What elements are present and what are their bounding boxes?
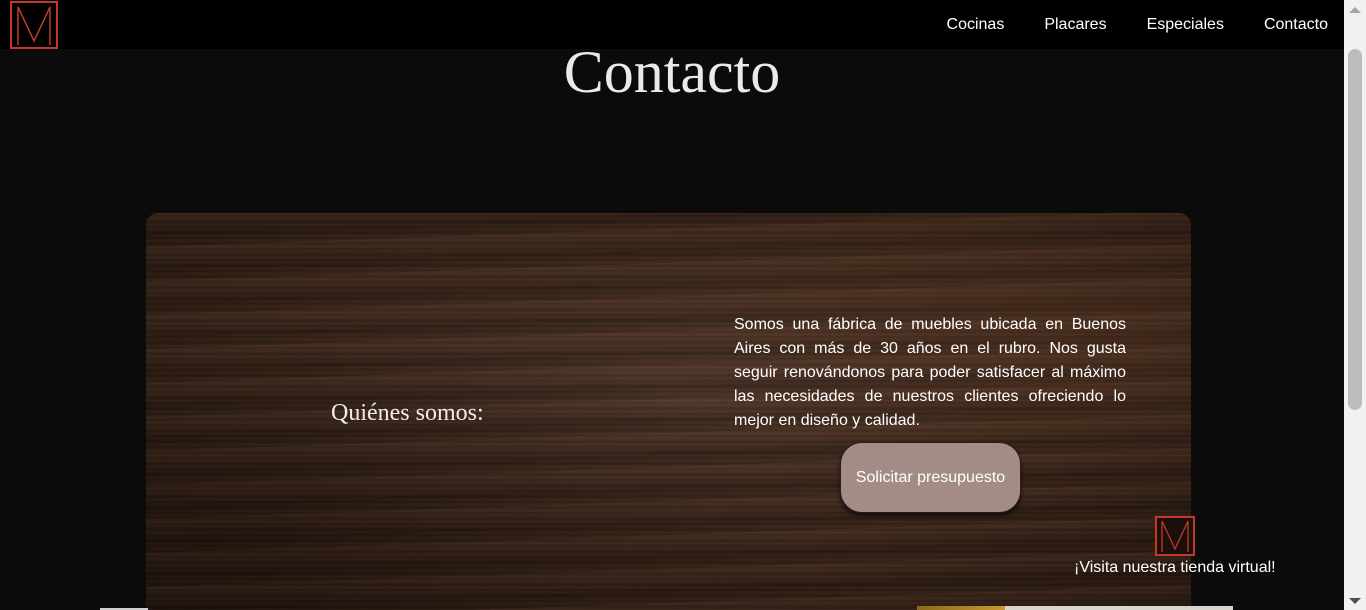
about-description: Somos una fábrica de muebles ubicada en … <box>734 316 1126 429</box>
scroll-thumb[interactable] <box>1348 49 1362 410</box>
top-navbar: Cocinas Placares Especiales Contacto <box>0 0 1344 49</box>
scroll-up-arrow-icon[interactable] <box>1349 7 1361 13</box>
virtual-store-link[interactable]: ¡Visita nuestra tienda virtual! <box>1074 558 1276 578</box>
bottom-image-strip <box>917 606 1005 610</box>
nav-item-especiales[interactable]: Especiales <box>1147 16 1224 34</box>
store-logo-icon[interactable] <box>1155 516 1195 556</box>
nav-item-placares[interactable]: Placares <box>1044 16 1106 34</box>
about-heading: Quiénes somos: <box>331 400 484 426</box>
m-monogram-logo-icon[interactable] <box>10 1 58 49</box>
nav-links: Cocinas Placares Especiales Contacto <box>907 0 1328 49</box>
bottom-image-strip <box>1005 606 1233 610</box>
nav-item-cocinas[interactable]: Cocinas <box>947 16 1005 34</box>
nav-item-contacto[interactable]: Contacto <box>1264 16 1328 34</box>
vertical-scrollbar[interactable] <box>1344 0 1366 610</box>
scroll-down-arrow-icon[interactable] <box>1349 598 1361 604</box>
request-quote-button[interactable]: Solicitar presupuesto <box>840 442 1021 513</box>
